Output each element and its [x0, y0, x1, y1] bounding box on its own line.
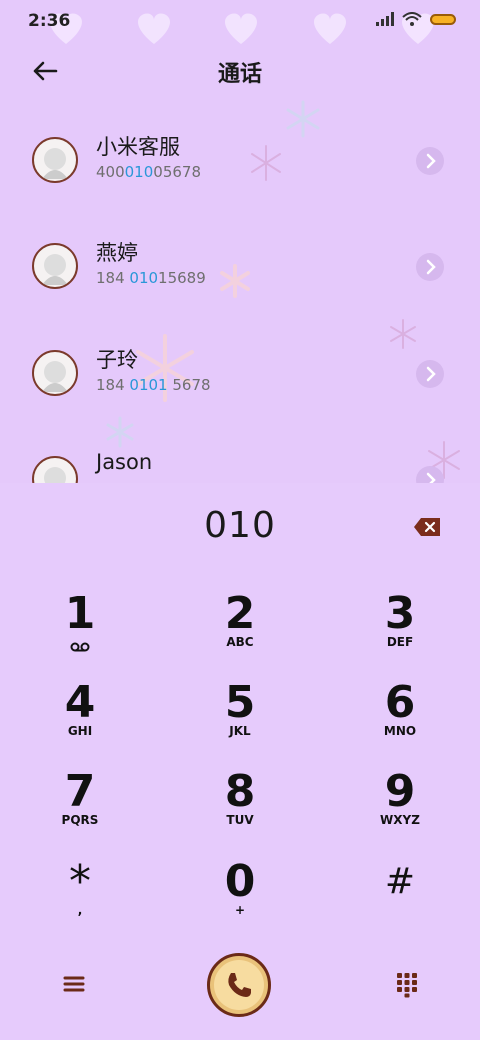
header: 通话 — [0, 46, 480, 96]
contact-number: 184 0101 5678 — [96, 376, 211, 394]
status-bar: 2:36 — [0, 0, 480, 44]
contact-item[interactable]: 子玲 184 0101 5678 — [0, 348, 480, 440]
chevron-right-icon — [426, 366, 436, 382]
key-3[interactable]: 3 DEF — [340, 591, 460, 671]
contact-number: 40001005678 — [96, 163, 201, 181]
chevron-right-icon — [426, 259, 436, 275]
contact-detail-button[interactable] — [416, 253, 444, 281]
status-time: 2:36 — [28, 11, 71, 31]
key-hash[interactable]: # — [340, 859, 460, 939]
dialer-pad: 010 1 2 ABC 3 DEF 4 GHI 5 JKL 6 MNO 7 PQ… — [0, 483, 480, 1040]
contact-item[interactable]: 小米客服 40001005678 — [0, 135, 480, 227]
voicemail-icon — [70, 642, 90, 652]
contact-detail-button[interactable] — [416, 147, 444, 175]
backspace-icon[interactable] — [413, 517, 441, 537]
contact-item[interactable]: 燕婷 184 01015689 — [0, 241, 480, 333]
key-0[interactable]: 0 + — [180, 859, 300, 939]
chevron-right-icon — [426, 153, 436, 169]
contact-name: Jason — [96, 450, 153, 474]
wifi-icon — [402, 12, 422, 26]
page-title: 通话 — [217, 62, 262, 87]
keypad-icon[interactable] — [393, 970, 421, 998]
menu-icon[interactable] — [60, 970, 88, 998]
dial-input[interactable]: 010 — [0, 505, 480, 546]
key-5[interactable]: 5 JKL — [180, 680, 300, 760]
key-6[interactable]: 6 MNO — [340, 680, 460, 760]
avatar — [32, 137, 78, 183]
key-4[interactable]: 4 GHI — [20, 680, 140, 760]
contact-name: 子玲 — [96, 348, 138, 372]
key-1[interactable]: 1 — [20, 591, 140, 671]
key-8[interactable]: 8 TUV — [180, 769, 300, 849]
avatar — [32, 243, 78, 289]
signal-icon — [376, 12, 394, 26]
phone-icon — [228, 973, 251, 997]
key-7[interactable]: 7 PQRS — [20, 769, 140, 849]
contact-name: 燕婷 — [96, 241, 138, 265]
contact-detail-button[interactable] — [416, 360, 444, 388]
contact-number: 184 01015689 — [96, 269, 206, 287]
call-button[interactable] — [207, 953, 271, 1017]
key-9[interactable]: 9 WXYZ — [340, 769, 460, 849]
battery-icon — [430, 13, 456, 25]
avatar — [32, 350, 78, 396]
key-star[interactable]: * , — [20, 859, 140, 939]
key-2[interactable]: 2 ABC — [180, 591, 300, 671]
contact-name: 小米客服 — [96, 135, 180, 159]
